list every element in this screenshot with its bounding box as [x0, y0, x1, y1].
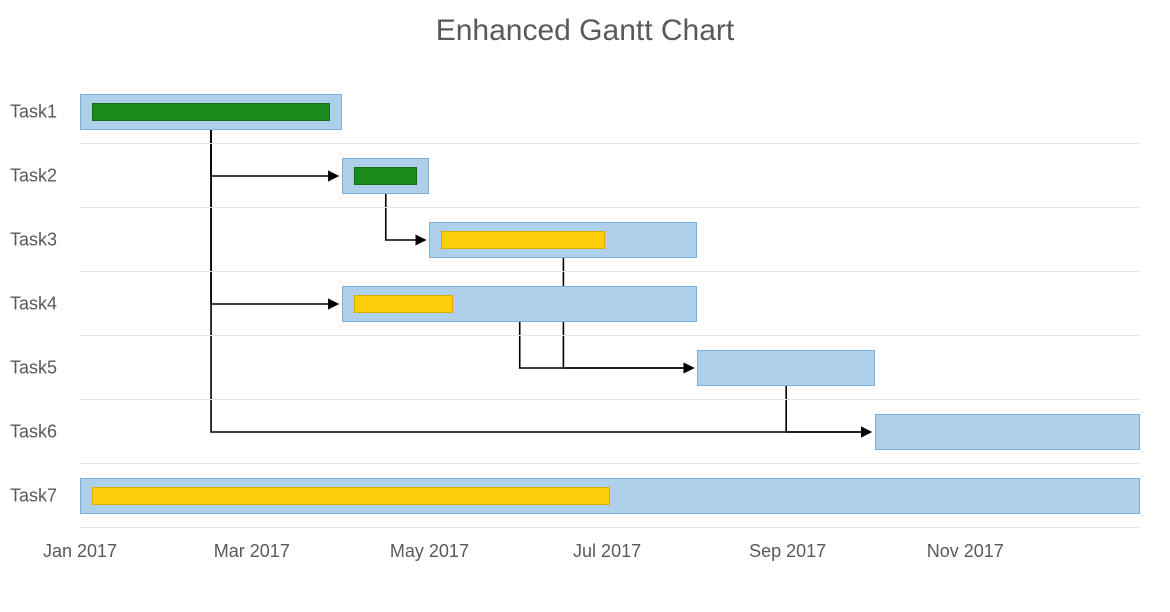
x-tick: Jan 2017: [43, 541, 117, 562]
x-tick: Sep 2017: [749, 541, 826, 562]
task-row: Task5: [80, 336, 1140, 400]
task-progress: [354, 167, 417, 185]
chart-title: Enhanced Gantt Chart: [0, 14, 1170, 48]
x-tick: Jul 2017: [573, 541, 641, 562]
task-progress: [441, 231, 604, 249]
x-axis: Jan 2017Mar 2017May 2017Jul 2017Sep 2017…: [80, 532, 1140, 562]
task-label: Task4: [10, 293, 70, 314]
x-tick: May 2017: [390, 541, 469, 562]
task-row: Task2: [80, 144, 1140, 208]
task-row: Task1: [80, 80, 1140, 144]
gantt-chart: Enhanced Gantt Chart Jan 2017 Mar 2017 May…: [0, 0, 1170, 612]
task-bar[interactable]: [875, 414, 1140, 450]
task-progress: [354, 295, 453, 313]
task-bar[interactable]: [697, 350, 875, 386]
task-label: Task5: [10, 357, 70, 378]
x-tick: Mar 2017: [214, 541, 290, 562]
task-progress: [92, 487, 610, 505]
task-label: Task7: [10, 485, 70, 506]
task-row: Task6: [80, 400, 1140, 464]
task-row: Task4: [80, 272, 1140, 336]
plot-area: Jan 2017Mar 2017May 2017Jul 2017Sep 2017…: [80, 80, 1140, 570]
task-label: Task3: [10, 229, 70, 250]
task-label: Task1: [10, 101, 70, 122]
task-progress: [92, 103, 330, 121]
task-label: Task2: [10, 165, 70, 186]
task-row: Task7: [80, 464, 1140, 528]
x-tick: Nov 2017: [927, 541, 1004, 562]
task-label: Task6: [10, 421, 70, 442]
task-row: Task3: [80, 208, 1140, 272]
